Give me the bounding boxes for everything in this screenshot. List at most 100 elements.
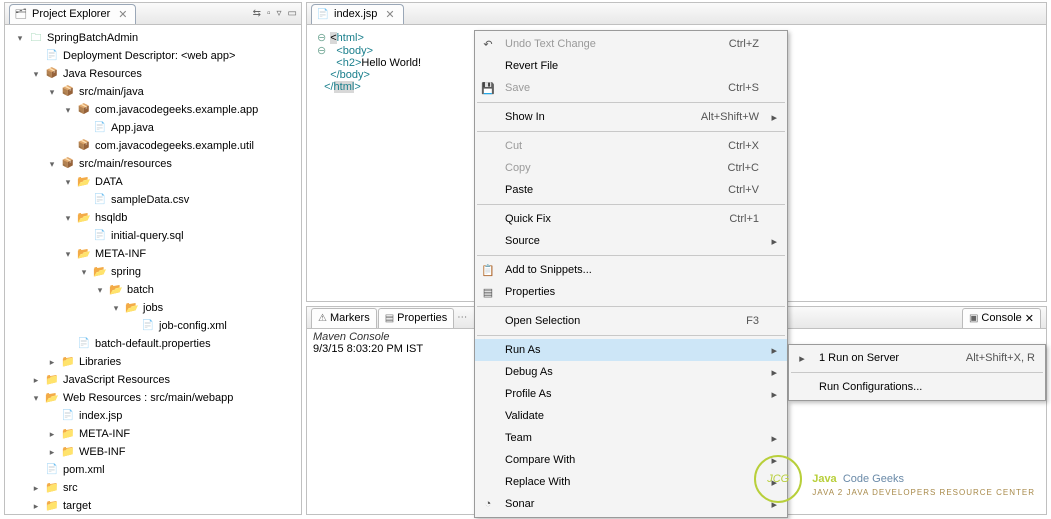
tree-node[interactable]: ▸src [11,479,301,497]
menu-item[interactable]: Profile As▸ [475,383,787,405]
tab-markers[interactable]: ⚠Markers [311,308,377,328]
markers-icon: ⚠ [318,313,327,324]
tab-properties[interactable]: ▤Properties [378,308,455,328]
jfile-icon [45,463,59,477]
run-as-submenu[interactable]: ▸1 Run on ServerAlt+Shift+X, R Run Config… [788,344,1046,401]
tree-label: WEB-INF [79,443,125,461]
menu-item[interactable]: Validate [475,405,787,427]
tree-node[interactable]: ▾spring [11,263,301,281]
tree-node[interactable]: sampleData.csv [11,191,301,209]
menu-item[interactable]: ▤Properties [475,281,787,303]
editor-tab-label: index.jsp [334,8,377,20]
menu-item[interactable]: Open SelectionF3 [475,310,787,332]
link-icon[interactable]: ⇆ [253,8,261,19]
tree-node[interactable]: ▾com.javacodegeeks.example.app [11,101,301,119]
expand-icon[interactable]: ▸ [31,479,41,497]
menu-item[interactable]: ◔Sonar▸ [475,493,787,515]
tree-node[interactable]: ▾ src/main/resources [11,155,301,173]
expand-icon[interactable]: ▾ [31,389,41,407]
menu-item[interactable]: Quick FixCtrl+1 [475,208,787,230]
expand-icon[interactable]: ▸ [47,425,57,443]
tree-node[interactable]: Deployment Descriptor: <web app> [11,47,301,65]
tree-node[interactable]: ▾hsqldb [11,209,301,227]
tree-node[interactable]: ▸META-INF [11,425,301,443]
tree-node[interactable]: ▸ WEB-INF [11,443,301,461]
tab-console[interactable]: ▣Console✕ [962,308,1041,328]
logo-badge: JCG [754,455,802,503]
tree-node[interactable]: ▸JavaScript Resources [11,371,301,389]
menu-item-accel: Ctrl+S [669,82,759,94]
expand-icon[interactable]: ▸ [47,353,57,371]
jsp-file-icon: 📄 [316,7,330,21]
expand-icon[interactable]: ▾ [63,101,73,119]
tree-label: initial-query.sql [111,227,184,245]
explorer-toolbar: ⇆ ▫ ▿ ▭ [253,8,297,19]
menu-item-label: Add to Snippets... [505,264,661,276]
expand-icon[interactable]: ▸ [31,497,41,515]
menu-item-icon [479,58,497,74]
expand-icon[interactable]: ▾ [111,299,121,317]
menu-item-icon [479,474,497,490]
menu-item[interactable]: Source▸ [475,230,787,252]
expand-icon[interactable]: ▾ [63,245,73,263]
tree-node[interactable]: App.java [11,119,301,137]
menu-item[interactable]: Revert File [475,55,787,77]
tree-node[interactable]: ▾Java Resources [11,65,301,83]
focus-icon[interactable]: ▫ [267,8,271,19]
editor-tab[interactable]: 📄 index.jsp ✕ [311,4,404,24]
menu-item-accel: Ctrl+1 [669,213,759,225]
expand-icon[interactable]: ▾ [15,29,25,47]
expand-icon[interactable]: ▾ [63,209,73,227]
menu-item[interactable]: Run As▸ [475,339,787,361]
menu-item[interactable]: Replace With▸ [475,471,787,493]
expand-icon[interactable]: ▾ [31,65,41,83]
tree-node[interactable]: ▾jobs [11,299,301,317]
expand-icon[interactable]: ▸ [47,443,57,461]
jfile-icon [45,49,59,63]
submenu-item[interactable]: Run Configurations... [789,376,1045,398]
tree-node[interactable]: ▾DATA [11,173,301,191]
expand-icon[interactable]: ▸ [31,371,41,389]
expand-icon[interactable]: ▾ [95,281,105,299]
expand-icon[interactable]: ▾ [47,155,57,173]
menu-item-icon [479,313,497,329]
menu-item[interactable]: Team▸ [475,427,787,449]
tree-node[interactable]: ▾src/main/java [11,83,301,101]
menu-item-label: Undo Text Change [505,38,661,50]
tree-node[interactable]: batch-default.properties [11,335,301,353]
explorer-tab[interactable]: 🗂 Project Explorer ✕ [9,4,136,24]
tree-node[interactable]: ▸Libraries [11,353,301,371]
context-menu[interactable]: ↶Undo Text ChangeCtrl+ZRevert File💾SaveC… [474,30,788,518]
close-icon[interactable]: ✕ [118,8,127,21]
menu-item-icon [479,452,497,468]
tree-node[interactable]: ▸target [11,497,301,515]
menu-item[interactable]: Debug As▸ [475,361,787,383]
menu-item[interactable]: Show InAlt+Shift+W▸ [475,106,787,128]
close-icon[interactable]: ✕ [1025,312,1034,325]
expand-icon[interactable]: ▾ [79,263,89,281]
tree-node[interactable]: initial-query.sql [11,227,301,245]
submenu-item[interactable]: ▸1 Run on ServerAlt+Shift+X, R [789,347,1045,369]
close-icon[interactable]: ✕ [385,8,394,21]
tree-node[interactable]: job-config.xml [11,317,301,335]
tree-node[interactable]: ▾ META-INF [11,245,301,263]
tree-node[interactable]: ▾batch [11,281,301,299]
tree-label: src/main/resources [79,155,172,173]
menu-item-accel: Ctrl+V [669,184,759,196]
menu-item[interactable]: 📋Add to Snippets... [475,259,787,281]
menu-icon[interactable]: ▿ [277,8,282,19]
tree-label: META-INF [95,245,146,263]
project-tree[interactable]: ▾SpringBatchAdminDeployment Descriptor: … [5,25,301,519]
minimize-icon[interactable]: ▭ [288,8,297,19]
menu-separator [477,204,785,205]
menu-item[interactable]: PasteCtrl+V [475,179,787,201]
tree-node[interactable]: com.javacodegeeks.example.util [11,137,301,155]
tree-node[interactable]: ▾SpringBatchAdmin [11,29,301,47]
expand-icon[interactable]: ▾ [63,173,73,191]
tree-node[interactable]: index.jsp [11,407,301,425]
menu-item[interactable]: Compare With▸ [475,449,787,471]
expand-icon[interactable]: ▾ [47,83,57,101]
tree-node[interactable]: pom.xml [11,461,301,479]
tree-node[interactable]: ▾Web Resources : src/main/webapp [11,389,301,407]
more-tabs-icon[interactable]: ⋯ [457,312,467,323]
